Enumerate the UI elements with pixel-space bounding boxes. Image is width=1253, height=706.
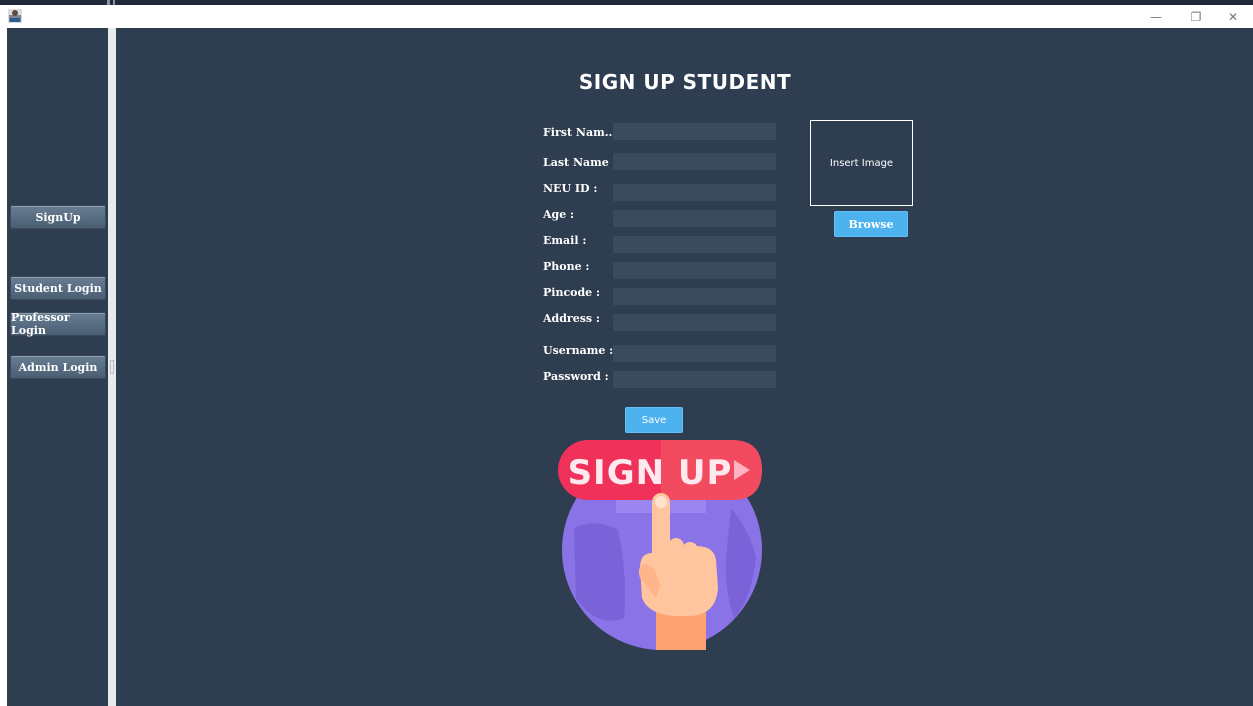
window-titlebar: — ❐ ✕ xyxy=(0,5,1253,28)
first-name-field[interactable] xyxy=(613,123,776,140)
browse-button[interactable]: Browse xyxy=(834,211,908,237)
email-label: Email : xyxy=(543,234,587,247)
password-field[interactable] xyxy=(613,371,776,388)
maximize-button[interactable]: ❐ xyxy=(1181,5,1211,28)
email-field[interactable] xyxy=(613,236,776,253)
neu-id-field[interactable] xyxy=(613,184,776,201)
address-label: Address : xyxy=(543,312,600,325)
address-field[interactable] xyxy=(613,314,776,331)
minimize-button[interactable]: — xyxy=(1141,5,1171,28)
close-button[interactable]: ✕ xyxy=(1218,5,1248,28)
pincode-field[interactable] xyxy=(613,288,776,305)
username-field[interactable] xyxy=(613,345,776,362)
image-placeholder-text: Insert Image xyxy=(829,157,894,169)
last-name-field[interactable] xyxy=(613,153,776,170)
app-icon xyxy=(8,9,22,23)
phone-field[interactable] xyxy=(613,262,776,279)
admin-login-nav-button[interactable]: Admin Login xyxy=(10,355,106,379)
password-label: Password : xyxy=(543,370,609,383)
window-left-edge xyxy=(0,28,7,706)
illustration-banner-text: SIGN UP xyxy=(568,453,733,493)
divider-grip[interactable] xyxy=(110,360,114,374)
image-preview: Insert Image xyxy=(810,120,913,206)
username-label: Username : xyxy=(543,344,613,357)
sidebar: SignUp Student Login Professor Login Adm… xyxy=(7,28,108,706)
page-title: SIGN UP STUDENT xyxy=(578,70,792,94)
last-name-label: Last Name : xyxy=(543,156,613,169)
signup-nav-button[interactable]: SignUp xyxy=(10,205,106,229)
split-pane-divider[interactable] xyxy=(108,28,116,706)
age-field[interactable] xyxy=(613,210,776,227)
signup-illustration: SIGN UP xyxy=(558,440,762,650)
student-login-nav-button[interactable]: Student Login xyxy=(10,276,106,300)
signup-panel: SIGN UP STUDENT First Nam... Last Name :… xyxy=(116,28,1253,706)
save-button[interactable]: Save xyxy=(625,407,683,433)
phone-label: Phone : xyxy=(543,260,590,273)
pincode-label: Pincode : xyxy=(543,286,601,299)
age-label: Age : xyxy=(543,208,575,221)
professor-login-nav-button[interactable]: Professor Login xyxy=(10,311,106,337)
neu-id-label: NEU ID : xyxy=(543,182,598,195)
first-name-label: First Nam... xyxy=(543,126,613,139)
